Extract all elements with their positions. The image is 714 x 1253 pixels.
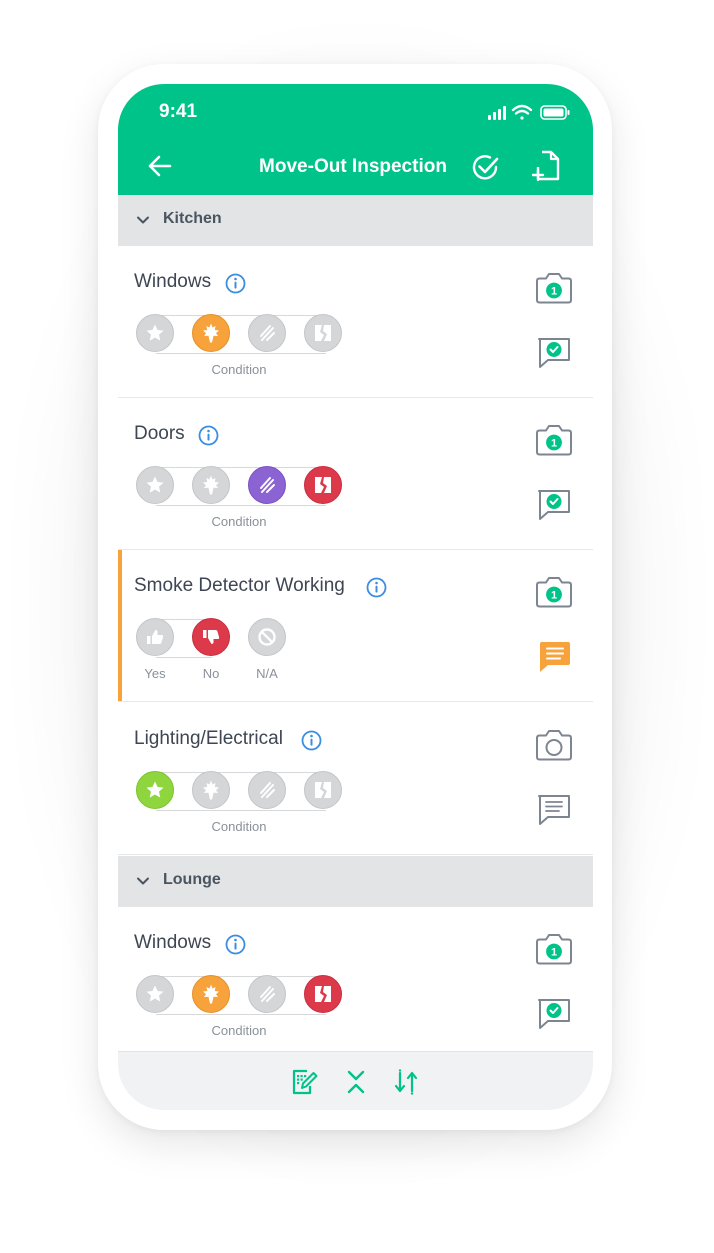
item-title: Smoke Detector Working xyxy=(134,575,345,596)
rating-track xyxy=(156,976,326,1015)
signal-icon xyxy=(488,106,506,120)
rating-scratched-button[interactable] xyxy=(248,466,286,504)
broken-icon xyxy=(315,325,331,341)
note-empty-icon[interactable] xyxy=(536,793,572,827)
note-flagged-icon[interactable] xyxy=(536,640,572,674)
na-button[interactable] xyxy=(248,618,286,656)
section-label: Kitchen xyxy=(163,210,222,227)
rating-track xyxy=(156,772,326,811)
info-icon[interactable] xyxy=(225,273,246,294)
rating-broken-button[interactable] xyxy=(304,466,342,504)
info-icon[interactable] xyxy=(225,934,246,955)
rating-scratched-button[interactable] xyxy=(248,314,286,352)
thumbs-up-icon xyxy=(147,630,164,644)
rating-scratched-button[interactable] xyxy=(248,771,286,809)
bottom-toolbar xyxy=(118,1051,593,1110)
list-item-doors: Doors Condition 1 xyxy=(118,398,593,550)
chevron-down-icon xyxy=(137,877,149,885)
photo-count: 1 xyxy=(551,947,557,959)
chevron-down-icon xyxy=(137,216,149,224)
scratch-icon xyxy=(260,325,275,341)
na-label: N/A xyxy=(256,666,278,681)
broken-icon xyxy=(315,782,331,798)
no-button[interactable] xyxy=(192,618,230,656)
rating-good-button[interactable] xyxy=(136,314,174,352)
status-icons xyxy=(488,104,570,120)
top-bar: 9:41 Move-Out Inspection xyxy=(118,84,593,195)
rating-caption: Condition xyxy=(211,1023,267,1038)
info-icon[interactable] xyxy=(301,730,322,751)
yes-button[interactable] xyxy=(136,618,174,656)
photo-count: 1 xyxy=(551,438,557,450)
scratch-icon xyxy=(260,477,275,493)
note-done-icon[interactable] xyxy=(536,336,572,370)
leaf-wear-icon xyxy=(203,780,219,800)
yes-label: Yes xyxy=(144,666,166,681)
edit-grid-icon[interactable] xyxy=(290,1068,318,1096)
page-title: Move-Out Inspection xyxy=(259,156,447,177)
section-label: Lounge xyxy=(163,871,221,888)
wifi-icon xyxy=(511,104,533,120)
rating-caption: Condition xyxy=(211,362,267,377)
star-icon xyxy=(146,476,164,493)
thumbs-down-icon xyxy=(203,630,220,644)
photo-count: 1 xyxy=(551,286,557,298)
no-label: No xyxy=(202,666,220,681)
rating-track xyxy=(156,315,326,354)
rating-wear-button[interactable] xyxy=(192,314,230,352)
note-done-icon[interactable] xyxy=(536,997,572,1031)
note-done-icon[interactable] xyxy=(536,488,572,522)
status-time: 9:41 xyxy=(159,101,198,122)
section-header-lounge[interactable]: Lounge xyxy=(118,856,593,907)
rating-track xyxy=(156,467,326,506)
camera-icon[interactable]: 1 xyxy=(534,424,574,457)
scratch-icon xyxy=(260,986,275,1002)
star-icon xyxy=(146,324,164,341)
collapse-icon[interactable] xyxy=(342,1068,370,1096)
list-item-smoke-detector: Smoke Detector Working Yes No N/A 1 xyxy=(118,550,593,702)
item-title: Windows xyxy=(134,271,212,292)
star-icon xyxy=(146,985,164,1002)
broken-icon xyxy=(315,477,331,493)
list-item-lighting: Lighting/Electrical Condition xyxy=(118,703,593,855)
app-screen: 9:41 Move-Out Inspection Kitchen Windows… xyxy=(118,84,593,1110)
rating-wear-button[interactable] xyxy=(192,771,230,809)
list-item-windows: Windows Condition 1 xyxy=(118,907,593,1059)
camera-icon[interactable]: 1 xyxy=(534,576,574,609)
back-arrow-icon[interactable] xyxy=(146,152,174,180)
complete-check-icon[interactable] xyxy=(471,152,501,182)
rating-good-button[interactable] xyxy=(136,771,174,809)
info-icon[interactable] xyxy=(366,577,387,598)
camera-icon[interactable]: 1 xyxy=(534,272,574,305)
sort-icon[interactable] xyxy=(392,1068,420,1096)
info-icon[interactable] xyxy=(198,425,219,446)
star-icon xyxy=(146,781,164,798)
section-header-kitchen[interactable]: Kitchen xyxy=(118,195,593,246)
scratch-icon xyxy=(260,782,275,798)
battery-icon xyxy=(540,105,570,120)
leaf-wear-icon xyxy=(203,475,219,495)
list-item-windows: Windows Condition 1 xyxy=(118,246,593,398)
rating-broken-button[interactable] xyxy=(304,771,342,809)
not-applicable-icon xyxy=(258,628,276,646)
photo-count: 1 xyxy=(551,590,557,602)
rating-wear-button[interactable] xyxy=(192,466,230,504)
leaf-wear-icon xyxy=(203,323,219,343)
rating-caption: Condition xyxy=(211,514,267,529)
item-title: Lighting/Electrical xyxy=(134,728,283,749)
add-document-icon[interactable] xyxy=(532,150,562,182)
broken-icon xyxy=(315,986,331,1002)
rating-wear-button[interactable] xyxy=(192,975,230,1013)
camera-empty-icon[interactable] xyxy=(534,729,574,762)
rating-broken-button[interactable] xyxy=(304,314,342,352)
rating-broken-button[interactable] xyxy=(304,975,342,1013)
item-title: Windows xyxy=(134,932,212,953)
leaf-wear-icon xyxy=(203,984,219,1004)
camera-icon[interactable]: 1 xyxy=(534,933,574,966)
item-title: Doors xyxy=(134,423,185,444)
rating-good-button[interactable] xyxy=(136,466,174,504)
rating-scratched-button[interactable] xyxy=(248,975,286,1013)
rating-good-button[interactable] xyxy=(136,975,174,1013)
rating-caption: Condition xyxy=(211,819,267,834)
